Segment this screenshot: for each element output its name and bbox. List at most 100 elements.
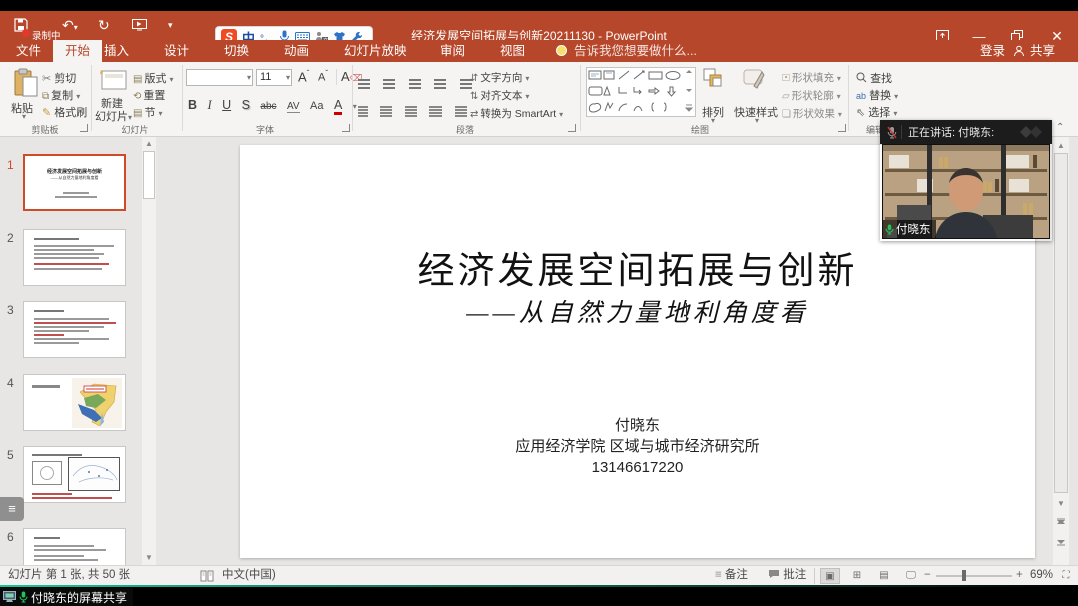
tab-design[interactable]: 设计 — [152, 40, 201, 62]
font-name-combo[interactable]: ▾ — [186, 69, 253, 86]
zoom-slider-track[interactable] — [936, 575, 1012, 577]
align-center-button[interactable] — [380, 106, 392, 108]
paste-icon[interactable] — [14, 68, 40, 98]
tab-file[interactable]: 文件 — [4, 40, 53, 62]
shapes-gallery[interactable] — [586, 67, 696, 117]
next-slide-button[interactable] — [1056, 535, 1066, 547]
slide-thumbnail-panel: 1 经济发展空间拓展与创新 ——从自然力量地利角度看 2 3 — [0, 137, 160, 565]
numbering-button[interactable] — [383, 79, 395, 81]
language-indicator[interactable]: 中文(中国) — [222, 566, 276, 585]
speaker-video-overlay[interactable]: 正在讲话: 付晓东: — [880, 120, 1052, 241]
zoom-level[interactable]: 69% — [1030, 566, 1053, 585]
main-scroll-down[interactable]: ▼ — [1053, 499, 1069, 508]
text-shadow-button[interactable]: S — [242, 98, 250, 112]
zoom-out-button[interactable]: − — [924, 566, 931, 585]
italic-button[interactable]: I — [207, 98, 211, 113]
slide-navigator-button[interactable]: ≡ — [0, 497, 24, 521]
slide-thumbnail-1[interactable]: 经济发展空间拓展与创新 ——从自然力量地利角度看 — [23, 154, 126, 211]
slide-title[interactable]: 经济发展空间拓展与创新 — [240, 240, 1035, 294]
underline-button[interactable]: U — [222, 98, 231, 112]
font-size-combo[interactable]: 11▾ — [256, 69, 292, 86]
view-normal-button[interactable]: ▣ — [820, 568, 840, 584]
font-dialog-launcher[interactable] — [342, 124, 350, 132]
slide-counter[interactable]: 幻灯片 第 1 张, 共 50 张 — [8, 566, 130, 585]
find-button[interactable]: 查找 — [856, 70, 892, 86]
speaker-video[interactable]: 付晓东 — [882, 144, 1050, 239]
align-left-button[interactable] — [358, 106, 368, 108]
status-bar: 幻灯片 第 1 张, 共 50 张 中文(中国) ≡ 备注 批注 ▣ ⊞ ▤ 🖵… — [0, 565, 1078, 585]
collapse-ribbon-button[interactable]: ⌃ — [1056, 122, 1064, 133]
slide-thumbnail-2[interactable] — [23, 229, 126, 286]
zoom-slider-thumb[interactable] — [962, 570, 966, 581]
replace-button[interactable]: ab 替换 ▾ — [856, 87, 898, 103]
share-button[interactable]: 共享 — [1018, 40, 1067, 62]
slide-thumbnail-6[interactable] — [23, 528, 126, 565]
smartart-button[interactable]: ⇄转换为 SmartArt ▾ — [470, 106, 563, 121]
align-right-button[interactable] — [405, 106, 417, 108]
shape-outline-button[interactable]: ▱形状轮廓 ▾ — [782, 88, 841, 103]
find-icon — [856, 72, 867, 83]
new-slide-icon[interactable] — [99, 69, 127, 93]
columns-button[interactable] — [455, 106, 467, 108]
paragraph-dialog-launcher[interactable] — [568, 124, 576, 132]
copy-button[interactable]: ⧉复制 ▾ — [42, 87, 80, 103]
font-color-dropdown[interactable]: ▾ — [353, 102, 357, 111]
quick-styles-dropdown[interactable]: ▾ — [755, 116, 759, 125]
proofing-icon[interactable] — [200, 570, 214, 582]
slide-author-block[interactable]: 付晓东 应用经济学院 区域与城市经济研究所 13146617220 — [240, 415, 1035, 478]
slide-thumbnail-3[interactable] — [23, 301, 126, 358]
layout-button[interactable]: ▤版式 ▾ — [133, 70, 174, 86]
comments-button[interactable]: 批注 — [768, 566, 806, 585]
shape-effects-button[interactable]: ❏形状效果 ▾ — [782, 106, 842, 121]
decrease-font-button[interactable]: Aˇ — [318, 69, 328, 84]
tab-insert[interactable]: 插入 — [92, 40, 141, 62]
tab-animations[interactable]: 动画 — [272, 40, 321, 62]
thumbnail-scroll-down[interactable]: ▼ — [142, 553, 156, 562]
section-button[interactable]: ▤节 ▾ — [133, 104, 163, 120]
thumbnail-scrollbar[interactable] — [142, 137, 156, 565]
paste-dropdown-arrow[interactable]: ▾ — [22, 112, 26, 121]
main-scroll-up[interactable]: ▲ — [1053, 141, 1069, 150]
thumbnail-scroll-thumb[interactable] — [143, 151, 155, 199]
bottom-bar — [0, 585, 1078, 606]
notes-button[interactable]: ≡ 备注 — [715, 566, 748, 585]
reset-button[interactable]: ⟲重置 — [133, 87, 165, 103]
slide-thumbnail-5[interactable] — [23, 446, 126, 503]
decrease-indent-button[interactable] — [409, 79, 421, 81]
new-slide-button-line2[interactable]: 幻灯片▾ — [95, 108, 132, 124]
bold-button[interactable]: B — [188, 98, 197, 112]
tab-transitions[interactable]: 切换 — [212, 40, 261, 62]
signin-link[interactable]: 登录 — [968, 40, 1017, 62]
view-reading-button[interactable]: ▤ — [874, 568, 894, 584]
increase-indent-button[interactable] — [434, 79, 446, 81]
shape-fill-button[interactable]: 🞔形状填充 ▾ — [782, 70, 841, 85]
align-text-button[interactable]: ⇅对齐文本 ▾ — [470, 88, 529, 103]
cut-button[interactable]: ✂ 剪切 — [42, 70, 76, 86]
change-case-button[interactable]: Aa — [310, 100, 323, 112]
view-slideshow-button[interactable]: 🖵 — [901, 568, 921, 584]
select-button[interactable]: ⇖ 选择 ▾ — [856, 104, 897, 120]
screenshare-indicator[interactable]: 付晓东的屏幕共享 — [0, 588, 133, 606]
character-spacing-button[interactable]: AV — [287, 101, 300, 113]
strikethrough-button[interactable]: abc — [260, 101, 276, 112]
slide-thumbnail-4[interactable] — [23, 374, 126, 431]
increase-font-button[interactable]: Aˆ — [298, 69, 309, 84]
thumbnail-scroll-up[interactable]: ▲ — [142, 139, 156, 148]
justify-button[interactable] — [429, 106, 442, 108]
format-painter-button[interactable]: ✎ 格式刷 — [42, 104, 87, 120]
previous-slide-button[interactable] — [1056, 517, 1066, 529]
tellme-box[interactable]: 告诉我您想要做什么... — [562, 40, 709, 62]
clipboard-dialog-launcher[interactable] — [80, 124, 88, 132]
view-slide-sorter-button[interactable]: ⊞ — [847, 568, 867, 584]
slide-subtitle[interactable]: ——从自然力量地利角度看 — [240, 293, 1035, 329]
text-direction-icon: ⇵ — [470, 73, 478, 84]
font-color-button[interactable]: A — [334, 98, 342, 115]
tab-view[interactable]: 视图 — [488, 40, 537, 62]
zoom-in-button[interactable]: + — [1016, 566, 1023, 585]
text-direction-button[interactable]: ⇵文字方向 ▾ — [470, 70, 529, 85]
main-scroll-thumb[interactable] — [1054, 153, 1068, 493]
tab-slideshow[interactable]: 幻灯片放映 — [332, 40, 419, 62]
fit-to-window-button[interactable]: ⛶ — [1056, 568, 1076, 584]
tab-review[interactable]: 审阅 — [428, 40, 477, 62]
bullets-button[interactable] — [358, 79, 370, 81]
